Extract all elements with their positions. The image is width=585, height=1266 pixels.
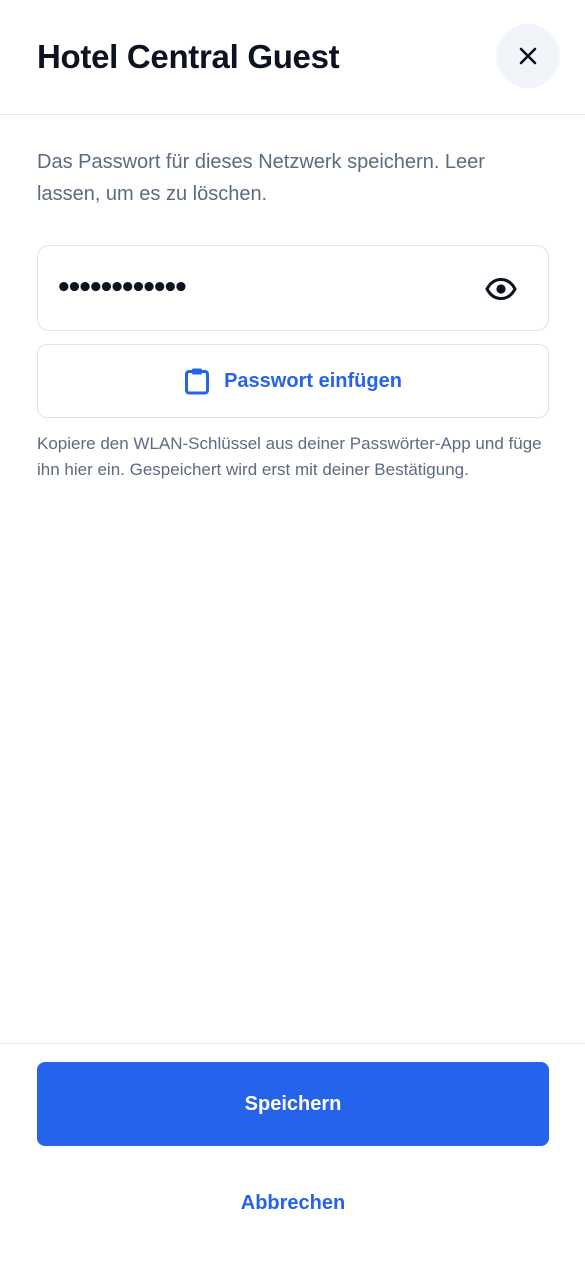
cancel-button[interactable]: Abbrechen (37, 1182, 549, 1224)
sheet-footer: Speichern Abbrechen (0, 1043, 585, 1266)
eye-icon (485, 278, 517, 300)
show-password-button[interactable] (482, 270, 520, 308)
paste-password-button[interactable]: Passwort einfügen (37, 344, 549, 418)
hint-text: Kopiere den WLAN-Schlüssel aus deiner Pa… (37, 434, 542, 479)
password-field[interactable]: •••••••••••• (37, 245, 549, 331)
close-button[interactable] (496, 24, 560, 88)
close-icon (519, 47, 537, 65)
paste-password-label: Passwort einfügen (224, 369, 402, 392)
save-button[interactable]: Speichern (37, 1062, 549, 1146)
description-text: Das Passwort für dieses Netzwerk speiche… (37, 151, 485, 205)
sheet-title: Hotel Central Guest (37, 38, 340, 75)
password-sheet: Hotel Central Guest Das Passwort für die… (0, 0, 585, 1266)
clipboard-icon (185, 368, 210, 395)
password-value[interactable]: •••••••••••• (56, 268, 189, 308)
sheet-header: Hotel Central Guest (0, 0, 585, 115)
